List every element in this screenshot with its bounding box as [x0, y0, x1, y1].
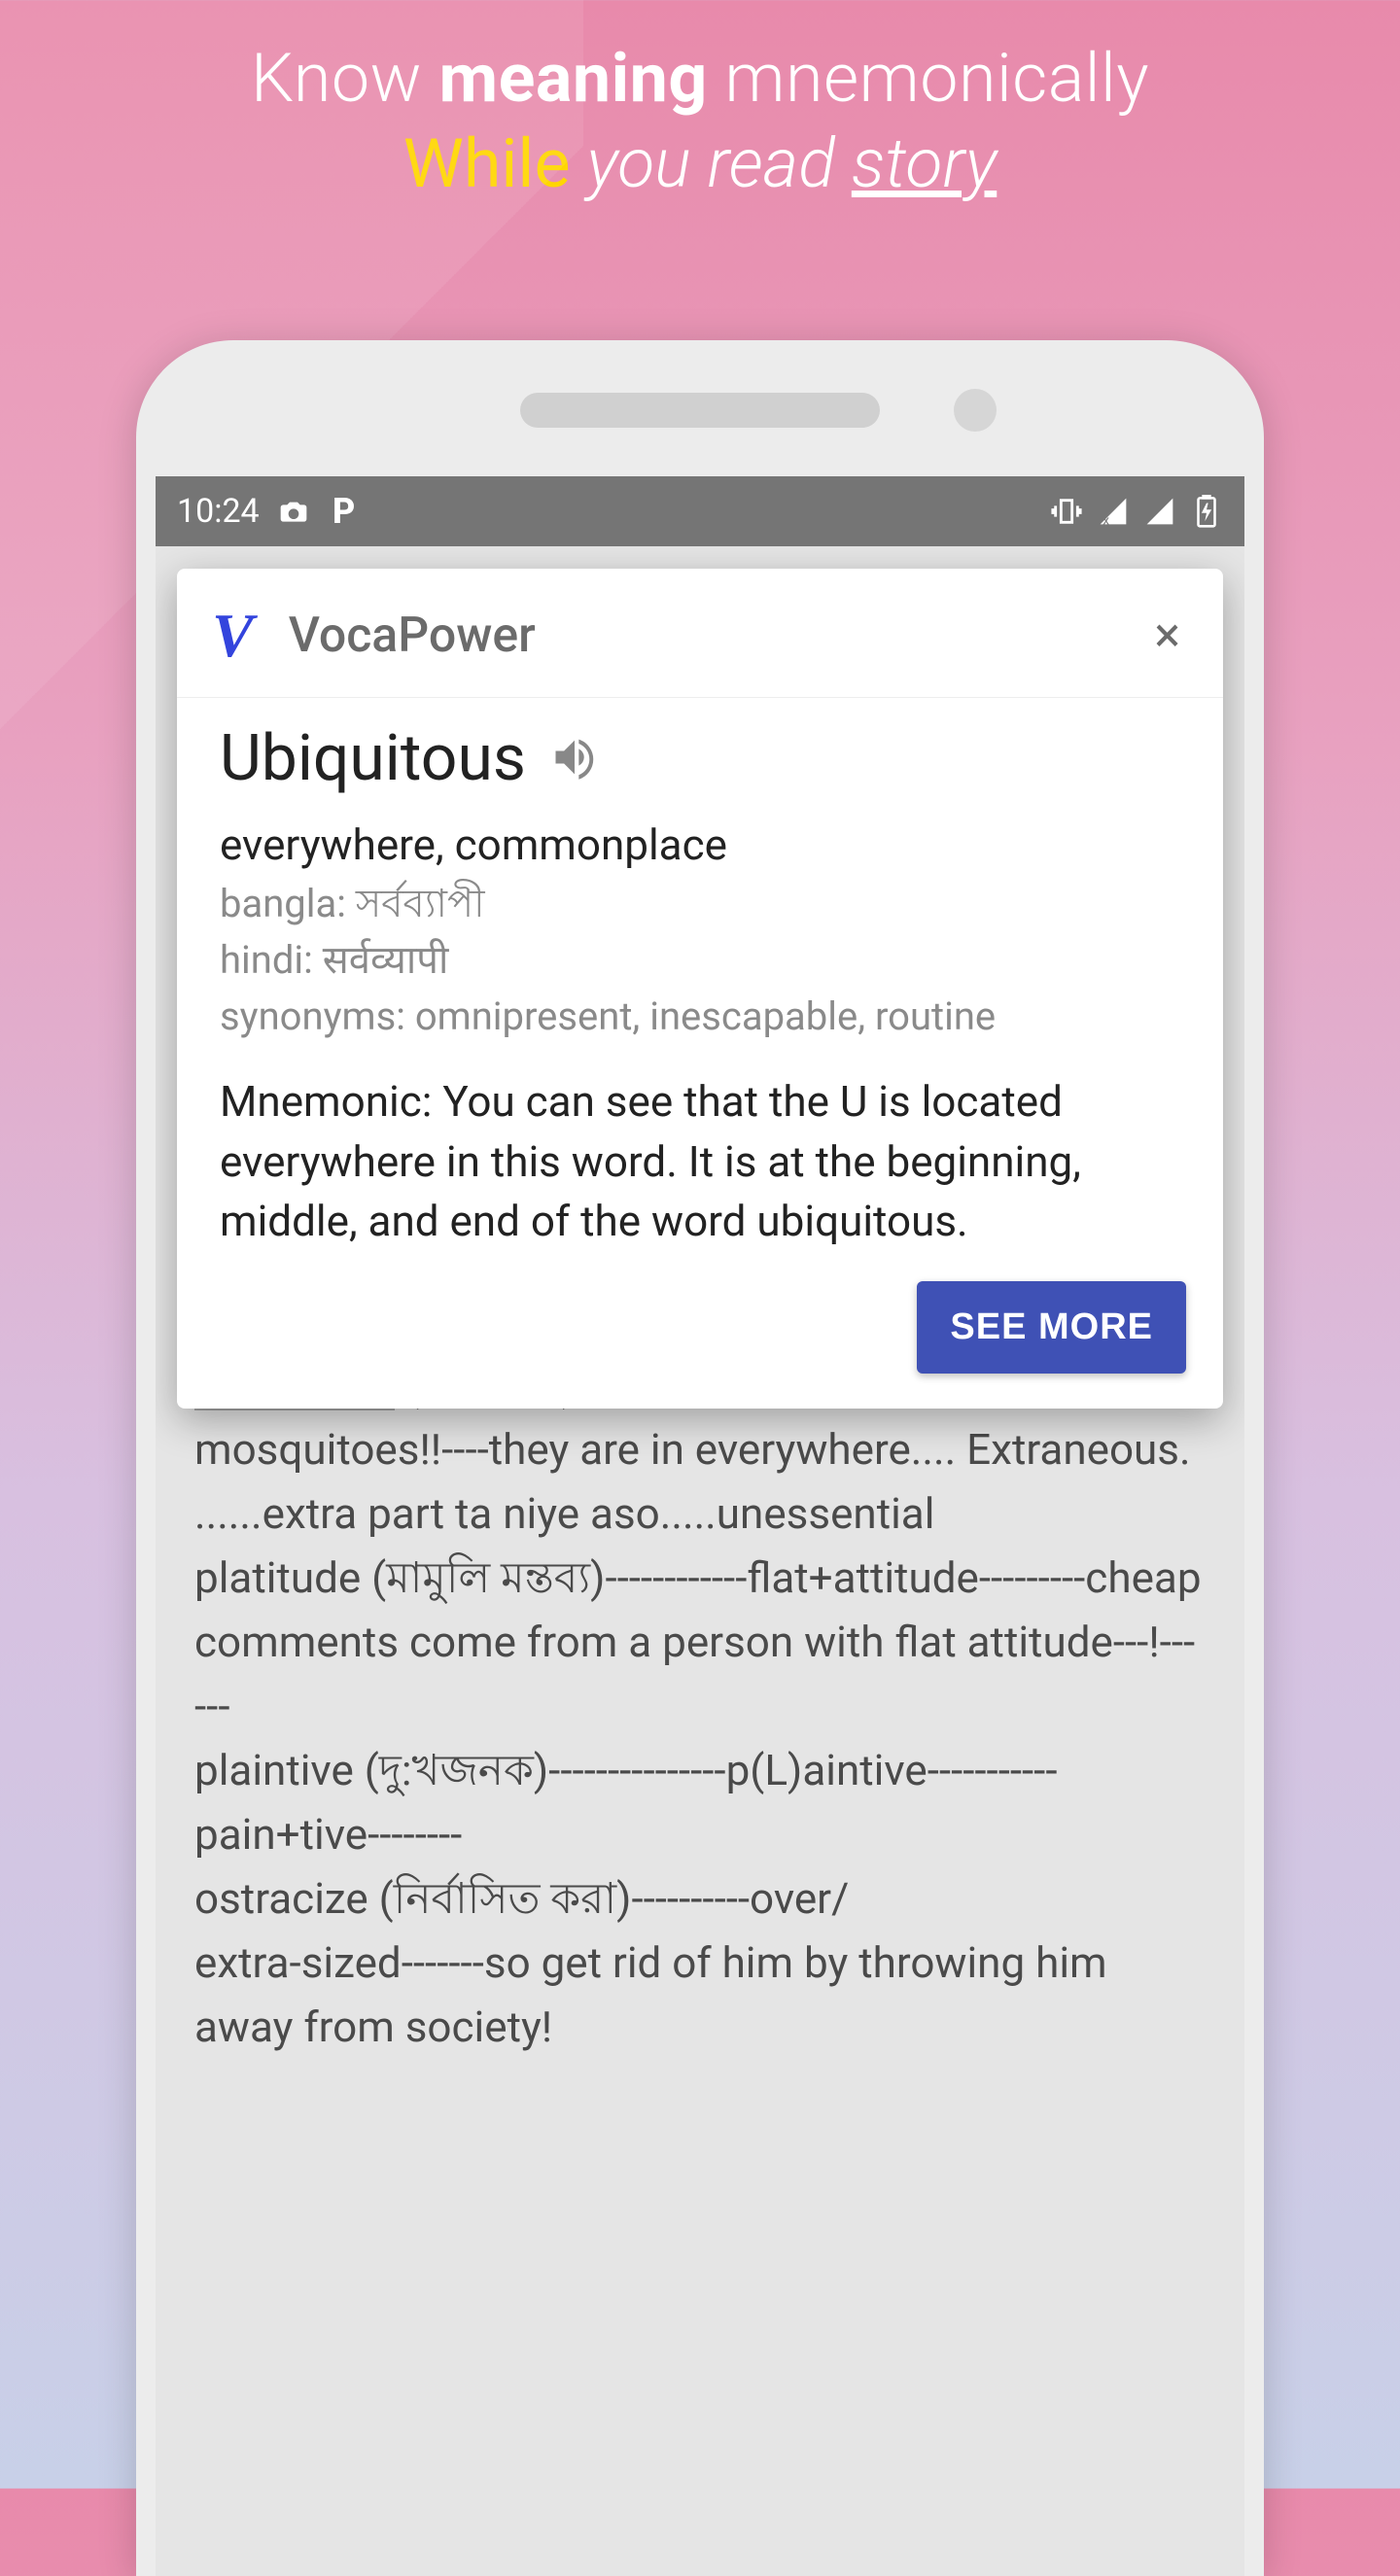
- phone-speaker: [520, 393, 880, 428]
- bangla-label: bangla:: [220, 881, 356, 926]
- vibrate-icon: [1050, 495, 1083, 528]
- synonyms-label: synonyms:: [220, 993, 415, 1039]
- phone-notch: [520, 393, 880, 428]
- app-logo: V: [212, 600, 254, 672]
- status-time: 10:24: [177, 492, 260, 531]
- signal-x-icon: x: [1097, 495, 1130, 528]
- headword: Ubiquitous: [220, 721, 526, 796]
- phone-camera: [954, 389, 997, 432]
- promo-story: story: [852, 124, 997, 204]
- synonyms: synonyms: omnipresent, inescapable, rout…: [220, 989, 1180, 1045]
- story-body: (সর্বব্যাপী)-------------------sound lik…: [194, 1360, 1211, 2052]
- promo-text: mnemonically: [708, 39, 1149, 119]
- status-bar: 10:24 P x: [156, 476, 1244, 546]
- word-popup: V VocaPower × Ubiquitous everywhere, com…: [177, 569, 1223, 1409]
- promo-text: you read: [571, 124, 852, 204]
- see-more-button[interactable]: SEE MORE: [917, 1281, 1186, 1374]
- hindi-meaning: hindi: सर्वव्यापी: [220, 932, 1180, 989]
- hindi-label: hindi:: [220, 937, 323, 983]
- popup-body: Ubiquitous everywhere, commonplace bangl…: [177, 698, 1223, 1252]
- popup-actions: SEE MORE: [177, 1252, 1223, 1374]
- bangla-value: সর্বব্যাপী: [356, 881, 485, 926]
- mnemonic-label: Mnemonic:: [220, 1076, 442, 1127]
- definition: everywhere, commonplace: [220, 819, 1180, 870]
- popup-title: VocaPower: [289, 608, 536, 664]
- camera-icon: [277, 495, 310, 528]
- svg-text:x: x: [1102, 513, 1109, 527]
- synonyms-value: omnipresent, inescapable, routine: [415, 993, 996, 1039]
- p-icon: P: [328, 495, 361, 528]
- word-row: Ubiquitous: [220, 721, 1180, 796]
- phone-frame: 10:24 P x: [136, 340, 1264, 2576]
- speaker-icon[interactable]: [549, 732, 600, 786]
- signal-icon: [1143, 495, 1176, 528]
- battery-icon: [1190, 495, 1223, 528]
- mnemonic: Mnemonic: You can see that the U is loca…: [220, 1072, 1180, 1252]
- hindi-value: सर्वव्यापी: [323, 937, 449, 983]
- popup-header: V VocaPower ×: [177, 569, 1223, 698]
- phone-screen: 10:24 P x: [156, 476, 1244, 2576]
- close-icon[interactable]: ×: [1146, 600, 1188, 672]
- bangla-meaning: bangla: সর্বব্যাপী: [220, 876, 1180, 932]
